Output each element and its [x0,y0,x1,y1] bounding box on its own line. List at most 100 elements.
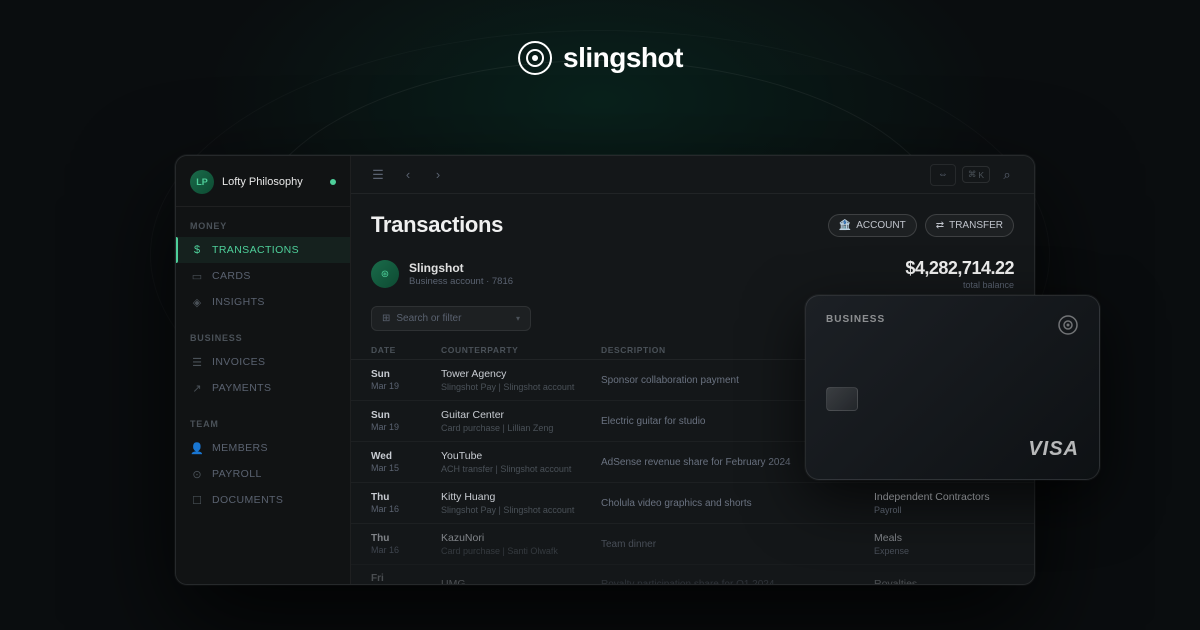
desc-5: Royalty participation share for Q1 2024 [601,579,874,585]
account-details: Slingshot Business account · 7816 [409,261,513,287]
slingshot-logo-icon [517,40,553,76]
filter-select[interactable]: ⊞ Search or filter ▾ [371,306,531,331]
sidebar-item-payments[interactable]: ↗ PAYMENTS [176,375,350,401]
back-button[interactable]: ‹ [397,164,419,186]
header-actions: 🏦 ACCOUNT ⇄ TRANSFER [828,214,1014,237]
cattype-4: Expense [874,546,1014,556]
day-4: Thu [371,533,441,544]
card-type-label: BUSINESS [826,314,885,325]
filter-placeholder: Search or filter [396,313,510,324]
sidebar-item-documents[interactable]: ☐ DOCUMENTS [176,487,350,513]
sub-2: ACH transfer | Slingshot account [441,464,601,474]
company-avatar: LP [190,170,214,194]
balance-amount: $4,282,714.22 [905,258,1014,279]
cell-date-1: Sun Mar 19 [371,410,441,432]
payments-label: PAYMENTS [212,382,271,394]
sidebar-business-section: BUSINESS ☰ INVOICES ↗ PAYMENTS [176,319,350,405]
company-status-dot [330,179,336,185]
cell-party-3: Kitty Huang Slingshot Pay | Slingshot ac… [441,491,601,515]
table-row[interactable]: Thu Mar 16 Kitty Huang Slingshot Pay | S… [351,483,1034,524]
documents-label: DOCUMENTS [212,494,283,506]
invoices-label: INVOICES [212,356,265,368]
account-info: ⊛ Slingshot Business account · 7816 [371,260,513,288]
keyboard-shortcut-hint: ⌘ K [962,166,990,183]
day-3: Thu [371,492,441,503]
insights-label: INSIGHTS [212,296,265,308]
name-5: UMG [441,578,601,584]
name-0: Tower Agency [441,368,601,380]
sidebar-item-transactions[interactable]: $ TRANSACTIONS [176,237,350,263]
search-button[interactable]: ⌕ [996,164,1018,186]
cards-label: Cards [212,270,251,282]
expand-button[interactable]: ⇔ [930,164,956,186]
sidebar-item-members[interactable]: 👤 MEMBERS [176,435,350,461]
card-bottom: VISA [826,438,1079,461]
members-label: MEMBERS [212,442,268,454]
sidebar-item-cards[interactable]: ▭ Cards [176,263,350,289]
day-2: Wed [371,451,441,462]
header-counterparty: COUNTERPARTY [441,345,601,355]
sidebar-item-insights[interactable]: ◈ INSIGHTS [176,289,350,315]
filter-icon: ⊞ [382,313,390,324]
transactions-label: TRANSACTIONS [212,244,299,256]
cell-party-0: Tower Agency Slingshot Pay | Slingshot a… [441,368,601,392]
sidebar-money-section: MONEY $ TRANSACTIONS ▭ Cards ◈ INSIGHTS [176,207,350,319]
sidebar-toggle-button[interactable]: ☰ [367,164,389,186]
sidebar-item-payroll[interactable]: ⊙ PAYROLL [176,461,350,487]
table-row[interactable]: Thu Mar 16 KazuNori Card purchase | Sant… [351,524,1034,565]
sidebar-team-label: TEAM [176,419,350,435]
filter-chevron-icon: ▾ [516,314,520,323]
kbd-cmd: ⌘ [968,169,977,180]
cell-date-4: Thu Mar 16 [371,533,441,555]
account-button-label: ACCOUNT [856,220,905,231]
transfer-button-label: TRANSFER [949,220,1003,231]
account-name: Slingshot [409,261,513,275]
page-title: Transactions [371,212,503,238]
visa-logo: VISA [1028,438,1079,461]
cat-4: Meals [874,532,1014,544]
cell-party-5: UMG [441,578,601,584]
account-button[interactable]: 🏦 ACCOUNT [828,214,917,237]
sidebar-item-invoices[interactable]: ☰ INVOICES [176,349,350,375]
sub-0: Slingshot Pay | Slingshot account [441,382,601,392]
card-brand-icon [1057,314,1079,336]
date-4: Mar 16 [371,545,441,555]
account-sub: Business account · 7816 [409,276,513,287]
account-logo-icon: ⊛ [371,260,399,288]
date-3: Mar 16 [371,504,441,514]
toolbar-right: ⇔ ⌘ K ⌕ [930,164,1018,186]
table-row[interactable]: Fri Mar 15 UMG Royalty participation sha… [351,565,1034,584]
floating-credit-card: BUSINESS VISA [805,295,1100,480]
forward-button[interactable]: › [427,164,449,186]
transfer-icon: ⇄ [936,220,944,231]
name-2: YouTube [441,450,601,462]
payments-icon: ↗ [190,381,204,395]
transactions-icon: $ [190,243,204,257]
date-0: Mar 19 [371,381,441,391]
cat-3: Independent Contractors [874,491,1014,503]
name-4: KazuNori [441,532,601,544]
cell-party-4: KazuNori Card purchase | Santi Olwafk [441,532,601,556]
insights-icon: ◈ [190,295,204,309]
name-1: Guitar Center [441,409,601,421]
sidebar-header: LP Lofty Philosophy [176,156,350,207]
sidebar: LP Lofty Philosophy MONEY $ TRANSACTIONS… [176,156,351,584]
payroll-label: PAYROLL [212,468,262,480]
day-1: Sun [371,410,441,421]
transfer-button[interactable]: ⇄ TRANSFER [925,214,1014,237]
card-top: BUSINESS [826,314,1079,336]
invoices-icon: ☰ [190,355,204,369]
payroll-icon: ⊙ [190,467,204,481]
balance-area: $4,282,714.22 total balance [905,258,1014,290]
cat-5: Royalties [874,578,1014,584]
logo-area: slingshot [517,40,683,76]
cell-date-0: Sun Mar 19 [371,369,441,391]
cell-cat-4: Meals Expense [874,532,1014,556]
cell-date-5: Fri Mar 15 [371,573,441,584]
sub-4: Card purchase | Santi Olwafk [441,546,601,556]
date-1: Mar 19 [371,422,441,432]
day-0: Sun [371,369,441,380]
name-3: Kitty Huang [441,491,601,503]
sidebar-team-section: TEAM 👤 MEMBERS ⊙ PAYROLL ☐ DOCUMENTS [176,405,350,517]
cattype-3: Payroll [874,505,1014,515]
